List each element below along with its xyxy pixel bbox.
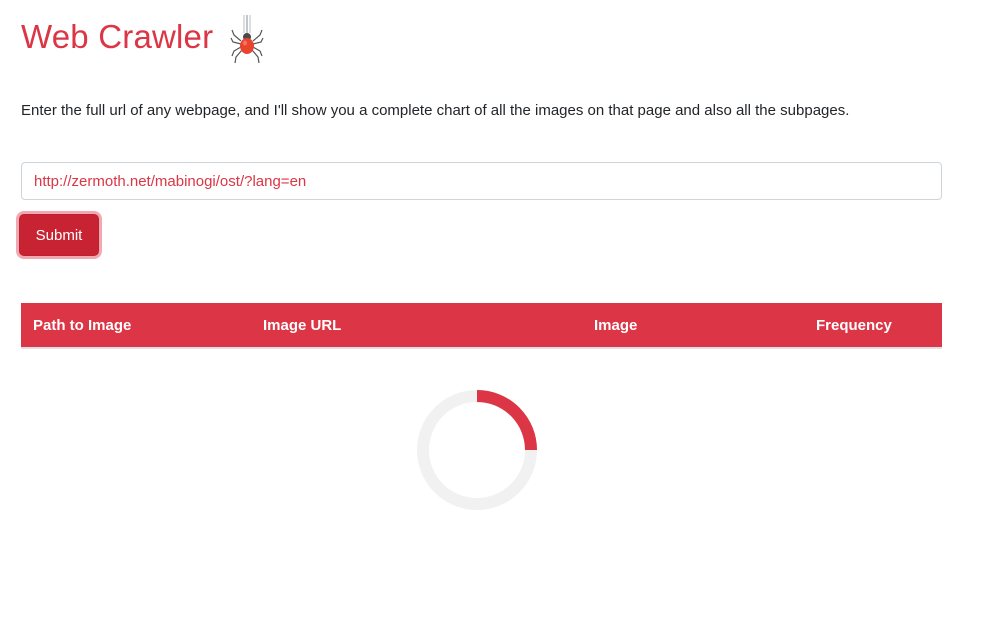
header-row: Path to Image Image URL Image Frequency — [21, 303, 942, 348]
column-header-image-url: Image URL — [263, 316, 342, 334]
column-header-image: Image — [594, 316, 638, 334]
page: Web Crawler Enter the full url of any we… — [0, 0, 983, 642]
page-title: Web Crawler — [21, 18, 214, 55]
column-header-path: Path to Image — [33, 316, 132, 334]
submit-button[interactable]: Submit — [19, 214, 99, 256]
loading-spinner-icon — [417, 390, 537, 510]
results-table-header: Path to Image Image URL Image Frequency — [21, 303, 942, 348]
results-table: Path to Image Image URL Image Frequency — [21, 303, 942, 349]
url-input[interactable] — [21, 162, 942, 200]
column-header-frequency: Frequency — [816, 316, 892, 334]
spider-icon — [230, 15, 264, 64]
header: Web Crawler — [21, 14, 264, 70]
intro-text: Enter the full url of any webpage, and I… — [21, 102, 850, 119]
